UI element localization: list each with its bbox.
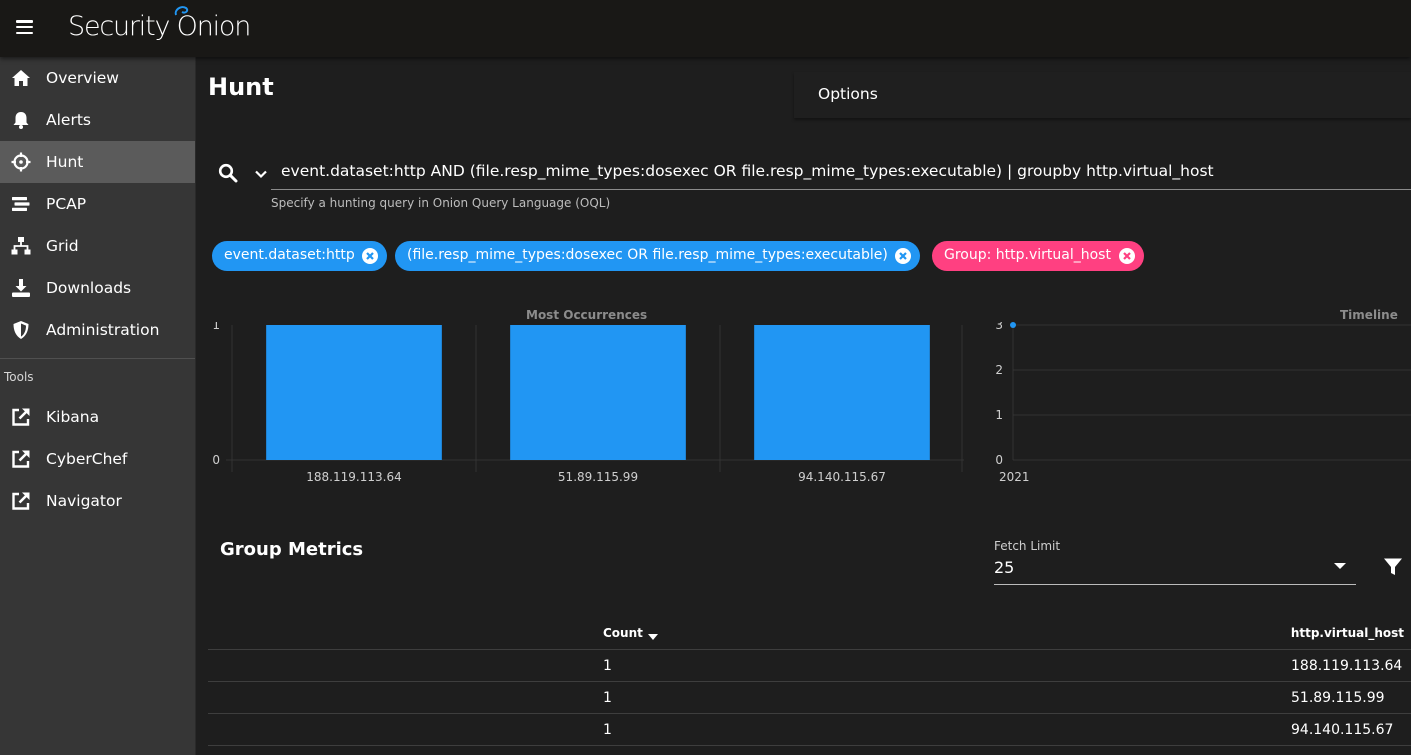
search-icon[interactable] — [218, 163, 238, 183]
y-tick-label: 1 — [212, 322, 220, 332]
y-tick-label: 1 — [995, 408, 1003, 422]
query-hint: Specify a hunting query in Onion Query L… — [271, 196, 611, 210]
external-link-icon — [12, 408, 30, 426]
external-link-icon — [12, 450, 30, 468]
y-tick-label: 2 — [995, 363, 1003, 377]
sitemap-icon — [11, 237, 31, 255]
x-tick-label: 51.89.115.99 — [558, 470, 638, 484]
sidebar-item-label: Overview — [46, 69, 119, 87]
group-metrics-table: Count http.virtual_host 1 188.119.113.64… — [208, 617, 1411, 746]
cell-count: 1 — [603, 690, 612, 706]
query-input[interactable]: event.dataset:http AND (file.resp_mime_t… — [271, 157, 1411, 190]
sidebar-item-navigator[interactable]: Navigator — [0, 480, 195, 522]
sidebar-item-label: Administration — [46, 321, 160, 339]
timeline-chart-title: Timeline — [1340, 308, 1398, 322]
sidebar-item-downloads[interactable]: Downloads — [0, 267, 195, 309]
sidebar-item-label: Grid — [46, 237, 79, 255]
sidebar-item-label: Hunt — [46, 153, 84, 171]
y-tick-label: 0 — [995, 453, 1003, 467]
remove-chip-icon[interactable] — [895, 248, 911, 264]
chip-label: (file.resp_mime_types:dosexec OR file.re… — [407, 247, 888, 263]
timeline-chart: 0 1 2 3 2021 — [995, 322, 1411, 484]
data-point — [1010, 322, 1016, 328]
sort-desc-icon[interactable] — [648, 634, 658, 640]
top-app-bar: Security Onion — [0, 0, 1411, 57]
x-tick-label: 188.119.113.64 — [306, 470, 401, 484]
page-title: Hunt — [208, 73, 274, 101]
sidebar-item-kibana[interactable]: Kibana — [0, 396, 195, 438]
bar — [754, 325, 930, 460]
sidebar-item-label: Downloads — [46, 279, 132, 297]
sidebar-item-hunt[interactable]: Hunt — [0, 141, 195, 183]
fetch-limit-value: 25 — [994, 558, 1015, 577]
home-icon — [12, 70, 30, 86]
group-metrics-title: Group Metrics — [220, 539, 364, 560]
column-header-virtual-host[interactable]: http.virtual_host — [1291, 626, 1404, 640]
sidebar-item-administration[interactable]: Administration — [0, 309, 195, 351]
sidebar-item-label: Navigator — [46, 492, 122, 510]
filter-chip-dataset[interactable]: event.dataset:http — [212, 241, 387, 271]
dropdown-arrow-icon — [1334, 563, 1346, 569]
external-link-icon — [12, 492, 30, 510]
bar — [510, 325, 686, 460]
tools-section-title: Tools — [4, 370, 34, 384]
cell-count: 1 — [603, 658, 612, 674]
sidebar-item-overview[interactable]: Overview — [0, 57, 195, 99]
table-row[interactable]: 1 94.140.115.67 — [208, 714, 1411, 746]
sidebar-item-alerts[interactable]: Alerts — [0, 99, 195, 141]
sidebar-item-label: CyberChef — [46, 450, 128, 468]
fetch-limit-select[interactable]: Fetch Limit 25 — [994, 539, 1356, 585]
table-row[interactable]: 1 51.89.115.99 — [208, 682, 1411, 714]
fetch-limit-label: Fetch Limit — [994, 539, 1061, 553]
filter-icon[interactable] — [1383, 557, 1403, 577]
sidebar-item-pcap[interactable]: PCAP — [0, 183, 195, 225]
options-expansion-panel[interactable]: Options — [794, 72, 1411, 118]
logo-swirl-icon — [174, 6, 189, 16]
stream-icon — [12, 197, 30, 211]
remove-chip-icon[interactable] — [1119, 248, 1135, 264]
cell-virtual-host[interactable]: 188.119.113.64 — [1291, 658, 1402, 674]
filter-chip-mime-types[interactable]: (file.resp_mime_types:dosexec OR file.re… — [395, 241, 920, 271]
most-occurrences-bar-chart: 0 1 188.119.113.64 51.89.115.99 94.140.115.6… — [212, 322, 964, 484]
x-tick-label: 94.140.115.67 — [798, 470, 886, 484]
x-tick-label: 2021 — [999, 470, 1030, 484]
chevron-down-icon[interactable] — [254, 167, 268, 181]
group-chip-virtual-host[interactable]: Group: http.virtual_host — [932, 241, 1144, 271]
chip-label: event.dataset:http — [224, 247, 355, 263]
shield-icon — [13, 321, 29, 339]
table-row[interactable]: 1 188.119.113.64 — [208, 650, 1411, 682]
table-header: Count http.virtual_host — [208, 617, 1411, 650]
crosshairs-icon — [11, 152, 31, 172]
remove-chip-icon[interactable] — [362, 248, 378, 264]
column-header-count[interactable]: Count — [603, 626, 643, 640]
sidebar-item-label: Alerts — [46, 111, 91, 129]
bar-chart-title: Most Occurrences — [526, 308, 648, 322]
sidebar: Overview Alerts Hunt PCAP Grid Downloads… — [0, 57, 196, 755]
main-content: Hunt Options event.dataset:http AND (fil… — [196, 57, 1411, 755]
bar — [266, 325, 442, 460]
options-label: Options — [818, 85, 878, 103]
sidebar-item-grid[interactable]: Grid — [0, 225, 195, 267]
bell-icon — [13, 112, 29, 129]
app-logo[interactable]: Security Onion — [68, 11, 251, 42]
y-tick-label: 0 — [212, 453, 220, 467]
sidebar-item-cyberchef[interactable]: CyberChef — [0, 438, 195, 480]
cell-virtual-host[interactable]: 94.140.115.67 — [1291, 722, 1393, 738]
cell-count: 1 — [603, 722, 612, 738]
download-icon — [12, 279, 30, 297]
sidebar-item-label: PCAP — [46, 195, 87, 213]
cell-virtual-host[interactable]: 51.89.115.99 — [1291, 690, 1385, 706]
sidebar-item-label: Kibana — [46, 408, 100, 426]
menu-icon[interactable] — [16, 20, 33, 35]
y-tick-label: 3 — [995, 322, 1003, 332]
chip-label: Group: http.virtual_host — [944, 247, 1111, 263]
